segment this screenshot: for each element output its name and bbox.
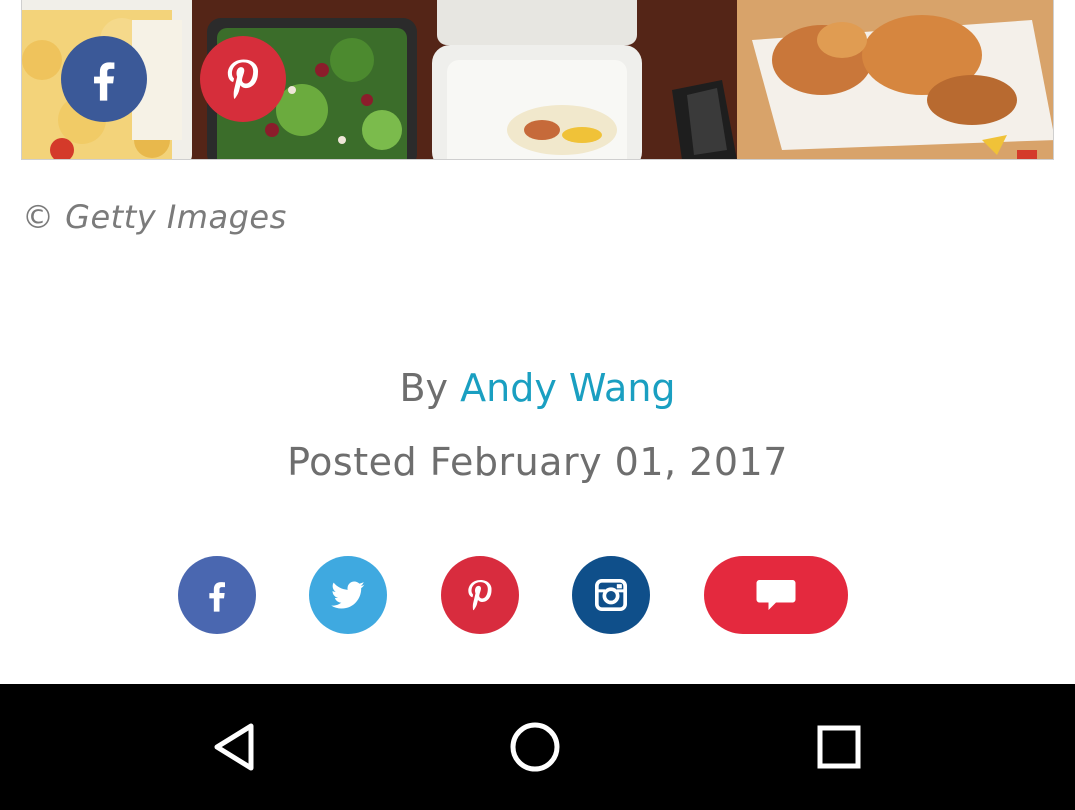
back-button[interactable] — [204, 719, 264, 775]
author-link[interactable]: Andy Wang — [460, 366, 675, 410]
instagram-icon — [595, 579, 627, 611]
hero-facebook-share-button[interactable] — [61, 36, 147, 122]
back-icon — [214, 723, 254, 771]
recents-icon — [817, 725, 861, 769]
facebook-share-button[interactable] — [178, 556, 256, 634]
twitter-share-button[interactable] — [309, 556, 387, 634]
home-button[interactable] — [505, 719, 565, 775]
home-icon — [510, 722, 560, 772]
photo-credit: © Getty Images — [22, 198, 287, 236]
byline-prefix: By — [399, 366, 449, 410]
instagram-share-button[interactable] — [572, 556, 650, 634]
facebook-icon — [209, 582, 225, 612]
facebook-icon — [94, 62, 115, 101]
food-photo — [22, 0, 1053, 159]
hero-pinterest-share-button[interactable] — [200, 36, 286, 122]
pinterest-icon — [227, 59, 259, 99]
posted-date: Posted February 01, 2017 — [287, 440, 788, 484]
pinterest-icon — [468, 580, 492, 611]
comment-icon — [756, 580, 796, 610]
pinterest-share-button[interactable] — [441, 556, 519, 634]
article-screen: © Getty Images By Andy Wang Posted Febru… — [0, 0, 1075, 810]
recents-button[interactable] — [809, 719, 869, 775]
byline: By Andy Wang — [0, 366, 1075, 410]
hero-image — [21, 0, 1054, 160]
system-navigation-bar — [0, 684, 1075, 810]
twitter-icon — [331, 581, 365, 609]
comment-button[interactable] — [704, 556, 848, 634]
